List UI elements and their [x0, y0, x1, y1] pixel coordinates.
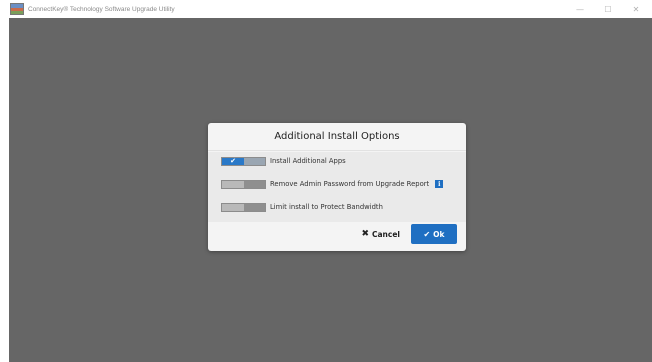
minimize-button[interactable]: — — [566, 0, 594, 18]
dialog-title: Additional Install Options — [208, 123, 466, 151]
check-icon: ✔ — [222, 157, 244, 165]
window-controls: — ☐ ✕ — [566, 0, 650, 18]
close-icon: ✖ — [361, 229, 369, 239]
option-label: Limit install to Protect Bandwidth — [270, 203, 383, 211]
option-label: Remove Admin Password from Upgrade Repor… — [270, 180, 430, 188]
option-install-additional-apps: ✔ Install Additional Apps — [221, 154, 346, 168]
maximize-button[interactable]: ☐ — [594, 0, 622, 18]
install-options-dialog: Additional Install Options ✔ Install Add… — [208, 123, 466, 251]
option-remove-admin-password: Remove Admin Password from Upgrade Repor… — [221, 177, 444, 191]
option-label: Install Additional Apps — [270, 157, 346, 165]
check-icon: ✔ — [423, 229, 431, 239]
window-title: ConnectKey® Technology Software Upgrade … — [28, 5, 175, 13]
options-panel: ✔ Install Additional Apps Remove Admin P… — [208, 152, 466, 222]
dialog-buttons: ✖ Cancel ✔ Ok — [361, 224, 457, 244]
window-titlebar: ConnectKey® Technology Software Upgrade … — [0, 0, 652, 18]
ok-button[interactable]: ✔ Ok — [411, 224, 457, 244]
limit-bandwidth-toggle[interactable] — [221, 202, 266, 212]
close-button[interactable]: ✕ — [622, 0, 650, 18]
ok-label: Ok — [433, 229, 445, 239]
info-icon[interactable]: i — [435, 180, 444, 188]
option-limit-bandwidth: Limit install to Protect Bandwidth — [221, 200, 383, 214]
app-icon — [10, 3, 24, 15]
cancel-label: Cancel — [371, 229, 400, 239]
install-apps-toggle[interactable]: ✔ — [221, 156, 266, 166]
remove-admin-password-toggle[interactable] — [221, 179, 266, 189]
cancel-button[interactable]: ✖ Cancel — [361, 229, 400, 239]
